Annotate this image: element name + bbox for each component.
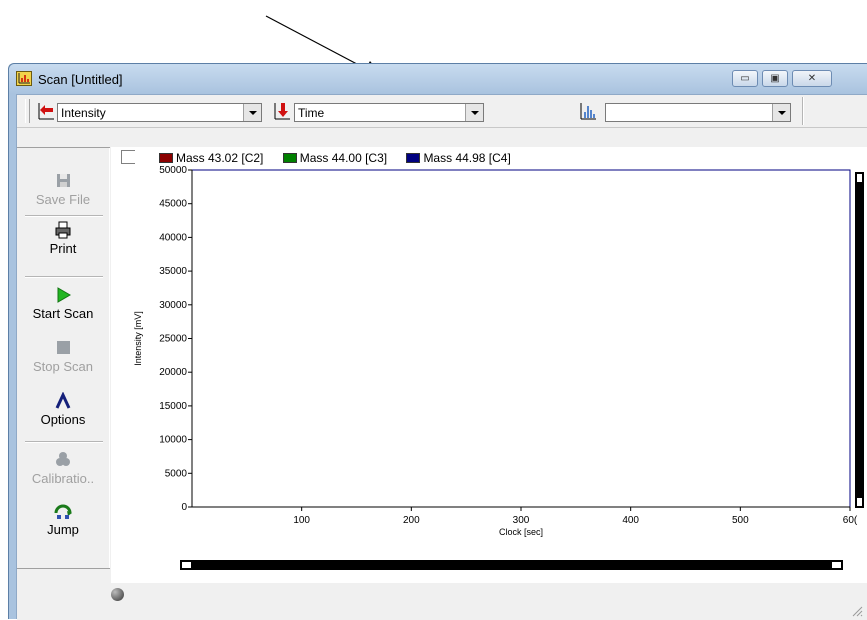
close-icon: ✕	[807, 73, 817, 84]
y-tick-label: 5000	[165, 468, 188, 479]
print-label: Print	[49, 241, 77, 256]
horizontal-slider-handle-right[interactable]	[832, 562, 841, 568]
save-file-label: Save File	[35, 192, 91, 207]
y-axis-select[interactable]: Intensity	[57, 103, 262, 122]
y-tick-label: 30000	[159, 300, 187, 311]
calibration-label: Calibratio..	[31, 471, 95, 486]
vertical-slider-track[interactable]	[855, 172, 864, 508]
app-icon	[16, 71, 32, 86]
sidebar-divider	[25, 215, 103, 217]
y-tick-label: 35000	[159, 266, 187, 277]
chevron-down-icon[interactable]	[772, 104, 790, 121]
sidebar-divider	[25, 276, 103, 278]
scan-window: Scan [Untitled] ▭ ▣ ✕ Intensity Time Sav…	[8, 63, 867, 620]
y-axis-select-value: Intensity	[61, 106, 106, 120]
x-axis-label: Clock [sec]	[499, 527, 543, 537]
vertical-range-slider[interactable]	[855, 172, 864, 508]
plot-frame	[191, 169, 851, 508]
stop-scan-label: Stop Scan	[33, 359, 93, 374]
calibration-button[interactable]: Calibratio..	[17, 451, 109, 486]
status-bar	[17, 583, 867, 620]
start-scan-button[interactable]: Start Scan	[17, 286, 109, 321]
y-tick-label: 40000	[159, 232, 187, 243]
horizontal-slider-handle-left[interactable]	[182, 562, 191, 568]
wrench-icon	[53, 391, 73, 410]
options-button[interactable]: Options	[17, 391, 109, 427]
x-tick-label: 300	[513, 515, 530, 526]
options-label: Options	[40, 412, 86, 427]
start-scan-label: Start Scan	[32, 306, 94, 321]
horizontal-slider-track[interactable]	[180, 560, 843, 570]
x-ticks: 100 200 300 400 500 60(	[293, 507, 858, 526]
x-tick-label: 60(	[843, 515, 858, 526]
close-button[interactable]: ✕	[792, 70, 832, 87]
play-icon	[53, 286, 73, 304]
y-axis-icon	[37, 102, 55, 120]
stop-icon	[53, 339, 73, 357]
y-ticks: 0 5000 10000 15000 20000 25000 30000 35000 40000…	[159, 165, 192, 513]
jump-button[interactable]: Jump	[17, 502, 109, 537]
vertical-slider-handle-top[interactable]	[857, 174, 862, 182]
horizontal-range-slider[interactable]	[180, 560, 843, 570]
toolbar: Intensity Time	[17, 95, 867, 128]
resize-grip-icon[interactable]	[851, 605, 863, 617]
x-tick-label: 500	[732, 515, 749, 526]
floppy-icon	[53, 172, 73, 190]
save-file-button[interactable]: Save File	[17, 172, 109, 207]
sidebar-divider	[17, 568, 110, 569]
sidebar-divider	[25, 441, 103, 443]
jump-icon	[53, 502, 73, 520]
chart-svg: 0 5000 10000 15000 20000 25000 30000 35000 40000…	[133, 165, 864, 570]
vertical-slider-handle-bottom[interactable]	[857, 498, 862, 506]
maximize-button[interactable]: ▣	[762, 70, 788, 87]
chart-area: Mass 43.02 [C2] Mass 44.00 [C3] Mass 44.…	[111, 147, 867, 583]
jump-label: Jump	[47, 522, 79, 537]
calibration-icon	[53, 451, 73, 469]
minimize-icon: ▭	[740, 73, 750, 84]
y-tick-label: 15000	[159, 401, 187, 412]
maximize-icon: ▣	[770, 73, 780, 84]
x-tick-label: 100	[293, 515, 310, 526]
toolbar-grip[interactable]	[25, 99, 30, 123]
third-select[interactable]	[605, 103, 791, 122]
print-button[interactable]: Print	[17, 221, 109, 256]
title-bar[interactable]: Scan [Untitled] ▭ ▣ ✕	[9, 64, 867, 94]
x-axis-select-value: Time	[298, 106, 325, 120]
y-tick-label: 20000	[159, 367, 187, 378]
minimize-button[interactable]: ▭	[732, 70, 758, 87]
chevron-down-icon[interactable]	[465, 104, 483, 121]
window-client: Intensity Time Save File Print Start Sca…	[16, 94, 867, 620]
x-tick-label: 400	[622, 515, 639, 526]
printer-icon	[53, 221, 73, 239]
sidebar-header	[17, 128, 110, 148]
y-tick-label: 50000	[159, 165, 187, 176]
x-axis-select[interactable]: Time	[294, 103, 484, 122]
window-title: Scan [Untitled]	[38, 72, 123, 87]
x-tick-label: 200	[403, 515, 420, 526]
chevron-down-icon[interactable]	[243, 104, 261, 121]
x-axis-icon	[273, 102, 291, 120]
stop-scan-button[interactable]: Stop Scan	[17, 339, 109, 374]
toolbar-separator	[802, 97, 804, 125]
y-tick-label: 45000	[159, 199, 187, 210]
y-tick-label: 0	[181, 502, 187, 513]
y-axis-label: Intensity [mV]	[133, 311, 143, 366]
y-tick-label: 10000	[159, 435, 187, 446]
spectrum-icon	[579, 102, 597, 120]
y-tick-label: 25000	[159, 334, 187, 345]
status-indicator-icon	[111, 588, 124, 601]
